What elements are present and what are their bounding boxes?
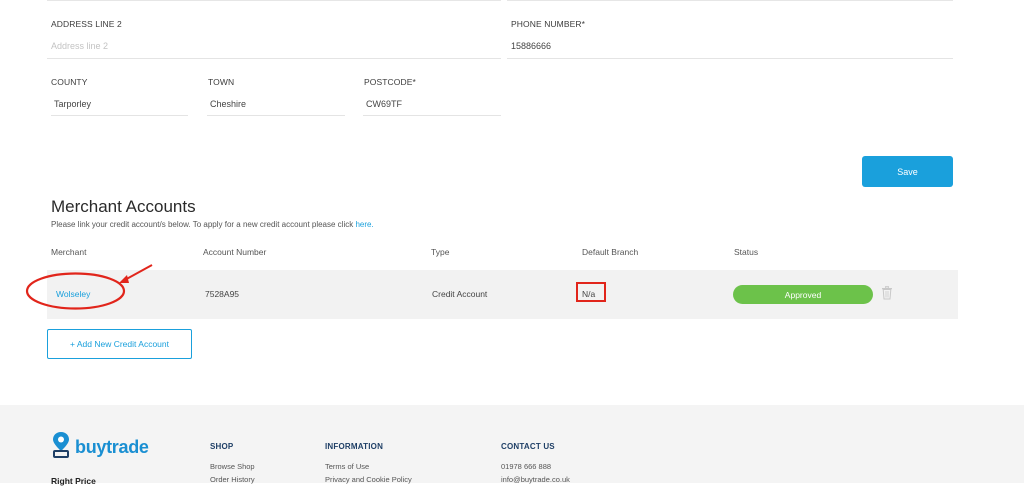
- footer-heading-shop: SHOP: [210, 442, 234, 451]
- account-number-cell: 7528A95: [205, 289, 240, 299]
- type-cell: Credit Account: [432, 289, 488, 299]
- trash-icon[interactable]: [881, 286, 893, 300]
- description-text: Please link your credit account/s below.…: [51, 220, 354, 229]
- annotation-arrow: [119, 264, 153, 283]
- column-header-account-number: Account Number: [203, 247, 267, 257]
- add-credit-account-button[interactable]: + Add New Credit Account: [47, 329, 192, 359]
- town-underline: [207, 115, 345, 116]
- address-line-2-input[interactable]: Address line 2: [51, 41, 500, 53]
- postcode-input[interactable]: CW69TF: [366, 99, 496, 111]
- field-underline: [507, 0, 953, 1]
- annotation-circle: [25, 272, 126, 310]
- town-label: TOWN: [208, 77, 235, 87]
- merchant-accounts-description: Please link your credit account/s below.…: [51, 220, 374, 229]
- merchant-accounts-title: Merchant Accounts: [51, 197, 196, 216]
- column-header-type: Type: [431, 247, 450, 257]
- address-line-2-underline: [47, 58, 501, 59]
- column-header-merchant: Merchant: [51, 247, 87, 257]
- phone-number-input[interactable]: 15886666: [511, 41, 951, 53]
- county-underline: [51, 115, 188, 116]
- footer-heading-information: INFORMATION: [325, 442, 384, 451]
- footer-heading-contact: CONTACT US: [501, 442, 555, 451]
- footer-link-terms[interactable]: Terms of Use: [325, 462, 369, 471]
- logo-icon: [53, 432, 69, 458]
- column-header-default-branch: Default Branch: [582, 247, 639, 257]
- column-header-status: Status: [734, 247, 759, 257]
- status-badge: Approved: [733, 285, 873, 304]
- save-button[interactable]: Save: [862, 156, 953, 187]
- apply-here-link[interactable]: here.: [355, 220, 373, 229]
- town-input[interactable]: Cheshire: [210, 99, 340, 111]
- phone-number-underline: [507, 58, 953, 59]
- footer-link-browse-shop[interactable]: Browse Shop: [210, 462, 255, 471]
- address-line-2-label: ADDRESS LINE 2: [51, 19, 122, 29]
- footer-tagline: Right Price: [51, 476, 96, 486]
- logo-text[interactable]: buytrade: [75, 437, 149, 458]
- annotation-box: [576, 282, 606, 302]
- phone-number-label: PHONE NUMBER*: [511, 19, 586, 29]
- footer-contact-phone: 01978 666 888: [501, 462, 552, 471]
- field-underline: [47, 0, 501, 1]
- postcode-label: POSTCODE*: [364, 77, 416, 87]
- postcode-underline: [363, 115, 501, 116]
- county-input[interactable]: Tarporley: [54, 99, 184, 111]
- county-label: COUNTY: [51, 77, 88, 87]
